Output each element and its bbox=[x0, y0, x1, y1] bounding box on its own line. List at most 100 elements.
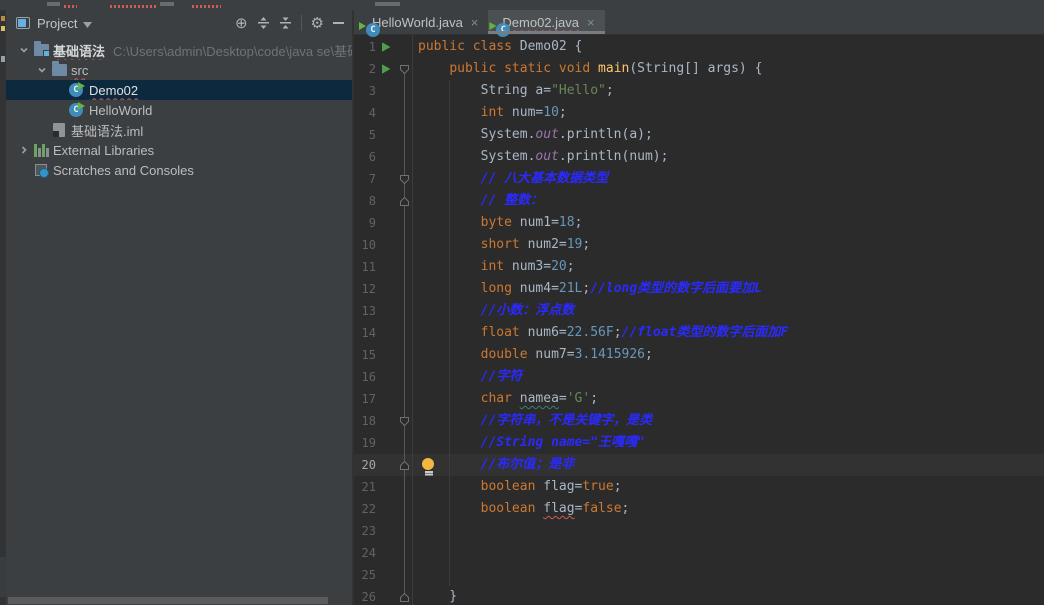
line-number[interactable]: 24 bbox=[354, 542, 376, 564]
code-line-23[interactable]: 23 bbox=[354, 520, 1044, 542]
expand-all-icon[interactable] bbox=[257, 17, 270, 29]
tree-item-external-libraries[interactable]: External Libraries bbox=[6, 140, 352, 160]
chevron-down-icon[interactable] bbox=[83, 16, 93, 31]
tree-item-src-folder[interactable]: src bbox=[6, 60, 352, 80]
code-line-9[interactable]: 9 byte num1=18; bbox=[354, 212, 1044, 234]
code-line-8[interactable]: 8 // 整数： bbox=[354, 190, 1044, 212]
intention-lightbulb-icon[interactable] bbox=[422, 458, 435, 473]
code-line-text[interactable]: //布尔值；是非 bbox=[418, 454, 1044, 476]
run-line-icon[interactable] bbox=[376, 64, 396, 74]
code-line-19[interactable]: 19 //String name="王嘎嘎" bbox=[354, 432, 1044, 454]
line-number[interactable]: 9 bbox=[354, 212, 376, 234]
fold-marker-icon[interactable] bbox=[396, 64, 412, 75]
run-line-icon[interactable] bbox=[376, 42, 396, 52]
fold-marker-icon[interactable] bbox=[396, 460, 412, 471]
line-number[interactable]: 4 bbox=[354, 102, 376, 124]
code-line-13[interactable]: 13 //小数：浮点数 bbox=[354, 300, 1044, 322]
code-line-text[interactable]: char namea='G'; bbox=[418, 388, 1044, 410]
code-line-10[interactable]: 10 short num2=19; bbox=[354, 234, 1044, 256]
line-number[interactable]: 22 bbox=[354, 498, 376, 520]
code-line-3[interactable]: 3 String a="Hello"; bbox=[354, 80, 1044, 102]
panel-title[interactable]: Project bbox=[37, 16, 77, 31]
code-line-15[interactable]: 15 double num7=3.1415926; bbox=[354, 344, 1044, 366]
code-line-text[interactable]: // 整数： bbox=[418, 190, 1044, 212]
horizontal-scrollbar-thumb[interactable] bbox=[8, 597, 328, 604]
code-line-14[interactable]: 14 float num6=22.56F;//float类型的数字后面加F bbox=[354, 322, 1044, 344]
editor-tab-helloworld-java[interactable]: C HelloWorld.java × bbox=[358, 10, 488, 37]
fold-marker-icon[interactable] bbox=[396, 592, 412, 603]
code-line-text[interactable]: boolean flag=false; bbox=[418, 498, 1044, 520]
code-line-text[interactable]: boolean flag=true; bbox=[418, 476, 1044, 498]
code-line-text[interactable]: public static void main(String[] args) { bbox=[418, 58, 1044, 80]
line-number[interactable]: 12 bbox=[354, 278, 376, 300]
code-line-text[interactable]: int num=10; bbox=[418, 102, 1044, 124]
line-number[interactable]: 23 bbox=[354, 520, 376, 542]
line-number[interactable]: 1 bbox=[354, 36, 376, 58]
line-number[interactable]: 18 bbox=[354, 410, 376, 432]
line-number[interactable]: 21 bbox=[354, 476, 376, 498]
code-line-4[interactable]: 4 int num=10; bbox=[354, 102, 1044, 124]
code-line-text[interactable]: System.out.println(num); bbox=[418, 146, 1044, 168]
tree-item-demo02-class[interactable]: C Demo02 bbox=[6, 80, 352, 100]
code-line-25[interactable]: 25 bbox=[354, 564, 1044, 586]
code-line-18[interactable]: 18 //字符串，不是关键字，是类 bbox=[354, 410, 1044, 432]
tree-item-scratches-and-consoles[interactable]: Scratches and Consoles bbox=[6, 160, 352, 180]
close-tab-icon[interactable]: × bbox=[471, 15, 479, 30]
code-editor[interactable]: 1 public class Demo02 {2 public static vo… bbox=[354, 35, 1044, 605]
tool-window-bar[interactable] bbox=[0, 10, 6, 605]
code-line-16[interactable]: 16 //字符 bbox=[354, 366, 1044, 388]
chevron-down-icon[interactable] bbox=[34, 66, 50, 74]
line-number[interactable]: 15 bbox=[354, 344, 376, 366]
tree-item-helloworld-class[interactable]: C HelloWorld bbox=[6, 100, 352, 120]
fold-marker-icon[interactable] bbox=[396, 196, 412, 207]
locate-icon[interactable]: ⊕ bbox=[235, 16, 248, 31]
code-line-1[interactable]: 1 public class Demo02 { bbox=[354, 36, 1044, 58]
code-line-text[interactable]: //小数：浮点数 bbox=[418, 300, 1044, 322]
line-number[interactable]: 19 bbox=[354, 432, 376, 454]
close-tab-icon[interactable]: × bbox=[587, 15, 595, 30]
tree-item-iml-file[interactable]: 基础语法.iml bbox=[6, 120, 352, 140]
tree-item-project-root[interactable]: 基础语法 C:\Users\admin\Desktop\code\java se\… bbox=[6, 40, 352, 60]
line-number[interactable]: 6 bbox=[354, 146, 376, 168]
code-line-text[interactable]: } bbox=[418, 586, 1044, 605]
line-number[interactable]: 8 bbox=[354, 190, 376, 212]
code-line-text[interactable]: public class Demo02 { bbox=[418, 36, 1044, 58]
code-line-text[interactable]: byte num1=18; bbox=[418, 212, 1044, 234]
line-number[interactable]: 10 bbox=[354, 234, 376, 256]
code-line-26[interactable]: 26 } bbox=[354, 586, 1044, 605]
code-line-12[interactable]: 12 long num4=21L;//long类型的数字后面要加L bbox=[354, 278, 1044, 300]
fold-marker-icon[interactable] bbox=[396, 416, 412, 427]
code-line-7[interactable]: 7 // 八大基本数据类型 bbox=[354, 168, 1044, 190]
code-line-text[interactable]: //字符串，不是关键字，是类 bbox=[418, 410, 1044, 432]
line-number[interactable]: 26 bbox=[354, 586, 376, 605]
code-line-text[interactable]: float num6=22.56F;//float类型的数字后面加F bbox=[418, 322, 1044, 344]
code-line-text[interactable]: short num2=19; bbox=[418, 234, 1044, 256]
code-line-24[interactable]: 24 bbox=[354, 542, 1044, 564]
code-line-text[interactable]: // 八大基本数据类型 bbox=[418, 168, 1044, 190]
hide-panel-icon[interactable] bbox=[333, 22, 344, 24]
code-line-text[interactable]: long num4=21L;//long类型的数字后面要加L bbox=[418, 278, 1044, 300]
code-line-6[interactable]: 6 System.out.println(num); bbox=[354, 146, 1044, 168]
chevron-right-icon[interactable] bbox=[16, 146, 32, 154]
line-number[interactable]: 20 bbox=[354, 454, 376, 476]
line-number[interactable]: 14 bbox=[354, 322, 376, 344]
collapse-all-icon[interactable] bbox=[279, 17, 292, 29]
settings-gear-icon[interactable]: ⚙ bbox=[311, 16, 324, 31]
code-line-5[interactable]: 5 System.out.println(a); bbox=[354, 124, 1044, 146]
code-line-17[interactable]: 17 char namea='G'; bbox=[354, 388, 1044, 410]
line-number[interactable]: 25 bbox=[354, 564, 376, 586]
line-number[interactable]: 11 bbox=[354, 256, 376, 278]
code-line-text[interactable]: int num3=20; bbox=[418, 256, 1044, 278]
code-line-text[interactable]: double num7=3.1415926; bbox=[418, 344, 1044, 366]
chevron-down-icon[interactable] bbox=[16, 46, 32, 54]
code-line-text[interactable]: //String name="王嘎嘎" bbox=[418, 432, 1044, 454]
code-line-21[interactable]: 21 boolean flag=true; bbox=[354, 476, 1044, 498]
code-line-20[interactable]: 20 //布尔值；是非 bbox=[354, 454, 1044, 476]
line-number[interactable]: 2 bbox=[354, 58, 376, 80]
code-line-2[interactable]: 2 public static void main(String[] args)… bbox=[354, 58, 1044, 80]
line-number[interactable]: 5 bbox=[354, 124, 376, 146]
line-number[interactable]: 17 bbox=[354, 388, 376, 410]
code-line-22[interactable]: 22 boolean flag=false; bbox=[354, 498, 1044, 520]
line-number[interactable]: 3 bbox=[354, 80, 376, 102]
run-arrow-icon[interactable] bbox=[381, 42, 391, 52]
